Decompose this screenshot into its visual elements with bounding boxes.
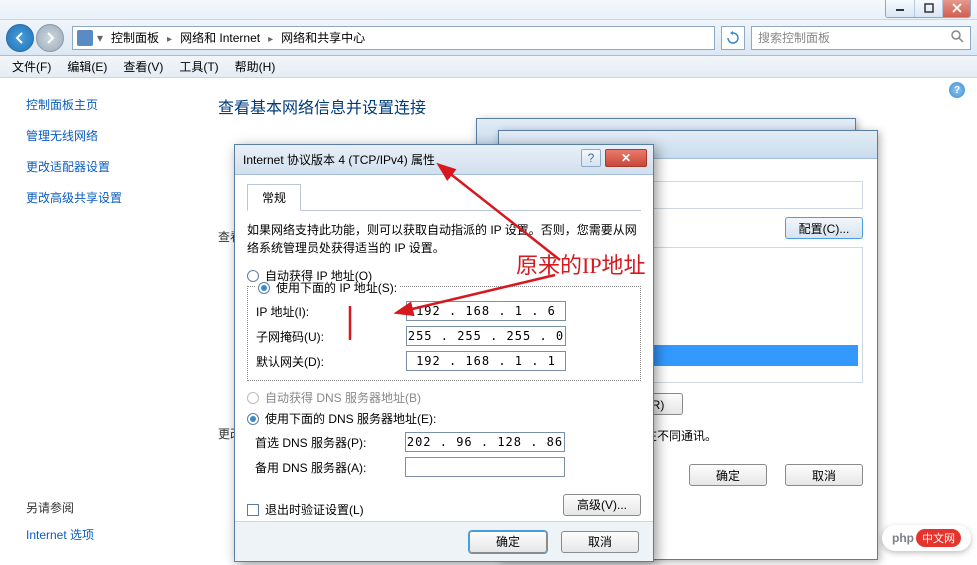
watermark-php: php [892,531,914,545]
breadcrumb-seg[interactable]: 网络和 Internet [176,27,264,48]
window-controls [885,0,971,18]
ok-button[interactable]: 确定 [469,531,547,553]
page-title: 查看基本网络信息并设置连接 [218,94,959,118]
menu-bar: 文件(F) 编辑(E) 查看(V) 工具(T) 帮助(H) [0,56,977,78]
menu-file[interactable]: 文件(F) [4,55,59,78]
breadcrumb-seg[interactable]: 网络和共享中心 [277,27,369,48]
radio-auto-ip[interactable] [247,270,259,282]
radio-use-ip[interactable] [258,282,270,294]
search-placeholder: 搜索控制面板 [758,29,830,46]
gateway-label: 默认网关(D): [256,353,406,370]
sidebar-see-also: 另请参阅 [26,499,94,516]
configure-button[interactable]: 配置(C)... [785,217,863,239]
cancel-button[interactable]: 取消 [561,531,639,553]
ipv4-properties-dialog: Internet 协议版本 4 (TCP/IPv4) 属性 ? ✕ 常规 如果网… [234,144,654,562]
advanced-button[interactable]: 高级(V)... [563,494,641,516]
watermark-cn: 中文网 [916,529,961,547]
ok-button[interactable]: 确定 [689,464,767,486]
nav-back-button[interactable] [6,24,34,52]
ip-label: IP 地址(I): [256,303,406,320]
tab-general[interactable]: 常规 [247,184,301,211]
refresh-button[interactable] [721,26,745,50]
menu-tools[interactable]: 工具(T) [171,55,226,78]
dns2-label: 备用 DNS 服务器(A): [255,459,405,476]
sidebar-inet-options[interactable]: Internet 选项 [26,526,94,543]
maximize-button[interactable] [914,0,942,17]
subnet-mask-input[interactable]: 255 . 255 . 255 . 0 [406,326,566,346]
breadcrumb-seg[interactable]: 控制面板 [107,27,163,48]
menu-edit[interactable]: 编辑(E) [59,55,115,78]
sidebar-adapter[interactable]: 更改适配器设置 [26,158,182,175]
cancel-button[interactable]: 取消 [785,464,863,486]
address-bar[interactable]: ▾ 控制面板 网络和 Internet 网络和共享中心 [72,26,715,50]
menu-help[interactable]: 帮助(H) [227,55,284,78]
default-gateway-input[interactable]: 192 . 168 . 1 . 1 [406,351,566,371]
ip-address-input[interactable]: 192 . 168 . 1 . 6 [406,301,566,321]
minimize-button[interactable] [886,0,914,17]
search-input[interactable]: 搜索控制面板 [751,26,971,50]
sidebar-wireless[interactable]: 管理无线网络 [26,127,182,144]
sidebar-home[interactable]: 控制面板主页 [26,96,182,113]
close-button[interactable] [942,0,970,17]
help-icon[interactable]: ? [949,82,965,98]
sidebar-advshare[interactable]: 更改高级共享设置 [26,189,182,206]
preferred-dns-input[interactable]: 202 . 96 . 128 . 86 [405,432,565,452]
radio-use-dns[interactable] [247,413,259,425]
control-panel-icon [77,30,93,46]
dns1-label: 首选 DNS 服务器(P): [255,434,405,451]
nav-bar: ▾ 控制面板 网络和 Internet 网络和共享中心 搜索控制面板 [0,20,977,56]
help-button[interactable]: ? [581,149,601,167]
search-icon [950,29,964,46]
radio-auto-dns [247,392,259,404]
window-titlebar [0,0,977,20]
alternate-dns-input[interactable] [405,457,565,477]
watermark: php 中文网 [882,525,971,551]
dialog-title: Internet 协议版本 4 (TCP/IPv4) 属性 [243,151,435,168]
sidebar: 控制面板主页 管理无线网络 更改适配器设置 更改高级共享设置 另请参阅 Inte… [0,78,200,565]
annotation-text: 原来的IP地址 [516,248,646,280]
nav-forward-button[interactable] [36,24,64,52]
mask-label: 子网掩码(U): [256,328,406,345]
close-button[interactable]: ✕ [605,149,647,167]
validate-checkbox[interactable] [247,504,259,516]
menu-view[interactable]: 查看(V) [115,55,171,78]
